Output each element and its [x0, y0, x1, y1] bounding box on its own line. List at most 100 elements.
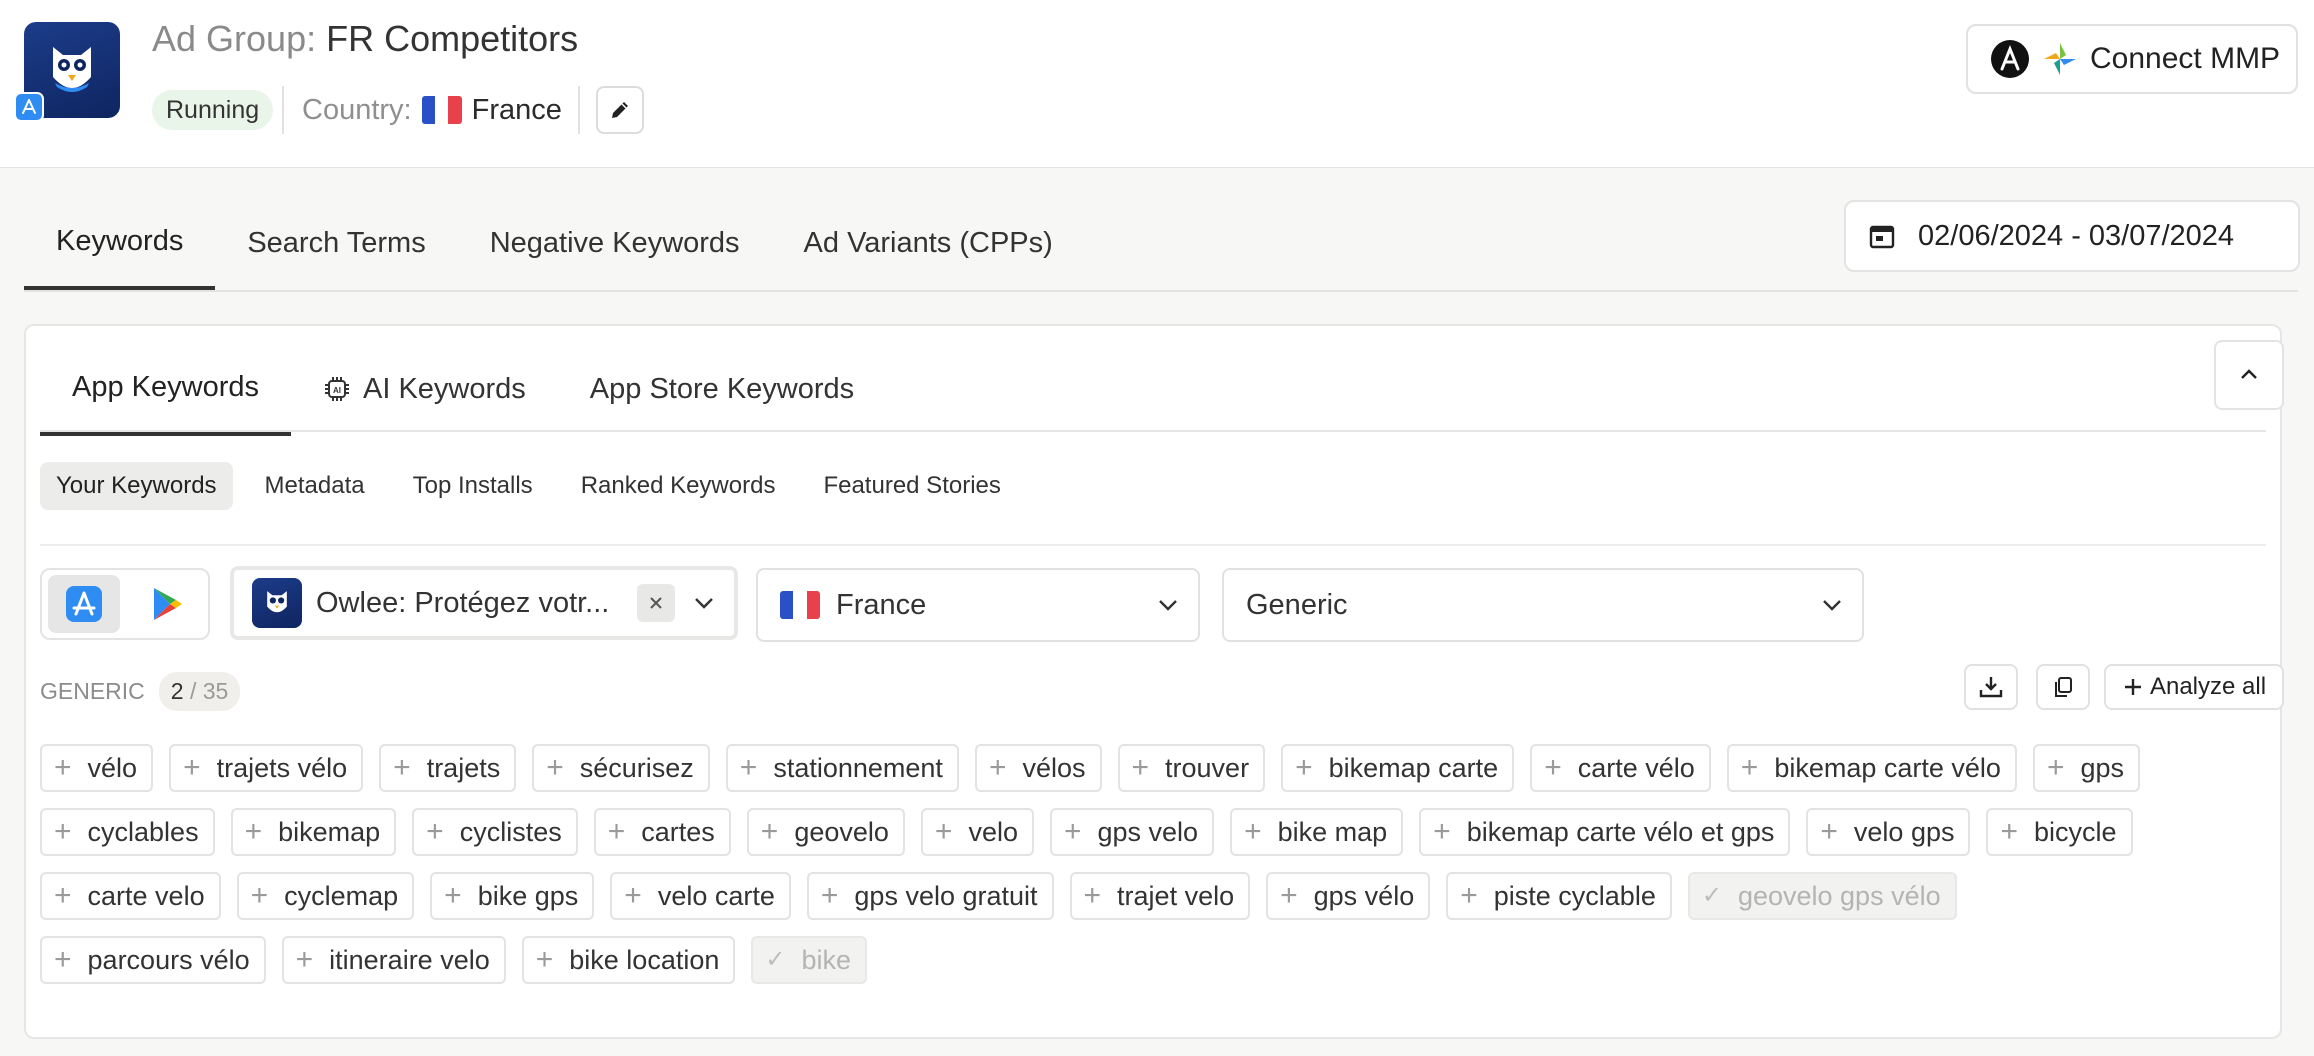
- keyword-chip[interactable]: + bike gps: [430, 872, 595, 920]
- edit-button[interactable]: [596, 86, 644, 134]
- plus-icon: +: [1280, 879, 1298, 912]
- keyword-chip[interactable]: + vélos: [974, 744, 1102, 792]
- subtab-metadata[interactable]: Metadata: [249, 462, 381, 510]
- adjust-logo-icon: [2044, 43, 2076, 75]
- tab-negative-keywords[interactable]: Negative Keywords: [458, 196, 772, 290]
- app-store-toggle[interactable]: [48, 575, 120, 633]
- date-range-picker[interactable]: 02/06/2024 - 03/07/2024: [1844, 200, 2300, 272]
- keyword-group-header: GENERIC 2 / 35: [40, 672, 241, 711]
- appsflyer-logo-icon: [1991, 40, 2029, 78]
- keyword-chip[interactable]: + vélo: [40, 744, 154, 792]
- subtab-featured-stories[interactable]: Featured Stories: [807, 462, 1016, 510]
- keyword-chip[interactable]: + gps velo gratuit: [806, 872, 1054, 920]
- keyword-text: bike map: [1277, 816, 1388, 847]
- collapse-button[interactable]: [2214, 340, 2284, 410]
- keyword-text: gps velo gratuit: [854, 880, 1038, 911]
- plus-icon: +: [393, 751, 411, 784]
- keyword-chip[interactable]: + stationnement: [725, 744, 959, 792]
- count-selected: 2: [170, 678, 184, 704]
- plus-icon: +: [1244, 815, 1262, 848]
- keyword-chip[interactable]: + bikemap: [230, 808, 397, 856]
- keyword-chip[interactable]: + parcours vélo: [40, 936, 266, 984]
- plus-icon: +: [54, 943, 72, 976]
- keyword-chip[interactable]: + bikemap carte vélo: [1726, 744, 2017, 792]
- keyword-row: + cyclables + bikemap + cyclistes + cartes + geov…: [40, 808, 2280, 856]
- app-select[interactable]: Owlee: Protégez votr...: [230, 566, 738, 640]
- keyword-chip[interactable]: + trajet velo: [1069, 872, 1251, 920]
- keyword-chip[interactable]: + trouver: [1117, 744, 1266, 792]
- google-play-icon: [154, 588, 182, 620]
- clear-app-button[interactable]: [637, 584, 676, 622]
- tab-search-terms[interactable]: Search Terms: [215, 196, 457, 290]
- plus-icon: +: [934, 815, 953, 848]
- keyword-chip[interactable]: + gps: [2032, 744, 2141, 792]
- country-info: Country: France: [302, 90, 562, 130]
- download-icon: [1979, 677, 2003, 698]
- keyword-text: bikemap carte vélo et gps: [1466, 816, 1775, 847]
- keyword-source-tabs: App Keywords AI AI Keywords App Store Ke…: [40, 342, 886, 436]
- keyword-chip[interactable]: + carte vélo: [1530, 744, 1711, 792]
- keyword-chip[interactable]: + piste cyclable: [1446, 872, 1672, 920]
- keyword-chip-added[interactable]: ✓ geovelo gps vélo: [1687, 872, 1957, 920]
- keyword-chips: + vélo + trajets vélo + trajets + sécurisez + sta…: [40, 744, 2280, 1000]
- keyword-chip[interactable]: + cyclemap: [236, 872, 415, 920]
- keyword-text: bikemap carte vélo: [1774, 752, 2001, 783]
- keyword-chip[interactable]: + sécurisez: [532, 744, 710, 792]
- keyword-text: vélos: [1022, 752, 1086, 783]
- keyword-chip[interactable]: + velo gps: [1806, 808, 1971, 856]
- keyword-chip[interactable]: + gps velo: [1049, 808, 1215, 856]
- keyword-chip[interactable]: + bikemap carte vélo et gps: [1419, 808, 1791, 856]
- keyword-chip-added[interactable]: ✓ bike: [751, 936, 868, 984]
- keyword-text: trouver: [1165, 752, 1250, 783]
- ad-group-header: Ad Group: FR Competitors Running Country…: [0, 0, 2314, 168]
- keyword-chip[interactable]: + geovelo: [746, 808, 905, 856]
- keyword-text: carte vélo: [1577, 752, 1695, 783]
- google-play-toggle[interactable]: [130, 575, 202, 633]
- plus-icon: +: [1544, 751, 1562, 784]
- keyword-chip[interactable]: + bike location: [521, 936, 736, 984]
- calendar-icon: [1869, 225, 1895, 249]
- close-icon: [650, 597, 663, 609]
- check-icon: ✓: [1701, 882, 1722, 909]
- keyword-chip[interactable]: + bicycle: [1986, 808, 2133, 856]
- tab-app-keywords[interactable]: App Keywords: [40, 342, 291, 436]
- keyword-chip[interactable]: + trajets vélo: [169, 744, 364, 792]
- keyword-text: piste cyclable: [1493, 880, 1656, 911]
- divider: [578, 86, 580, 134]
- keyword-chip[interactable]: + velo carte: [610, 872, 791, 920]
- keyword-chip[interactable]: + cyclistes: [412, 808, 578, 856]
- keyword-chip[interactable]: + carte velo: [40, 872, 221, 920]
- subtab-your-keywords[interactable]: Your Keywords: [40, 462, 233, 510]
- tab-keywords[interactable]: Keywords: [24, 196, 216, 290]
- keyword-chip[interactable]: + bike map: [1230, 808, 1404, 856]
- keyword-text: itineraire velo: [329, 944, 490, 975]
- connect-mmp-button[interactable]: Connect MMP: [1966, 24, 2298, 94]
- main-tabs: Keywords Search Terms Negative Keywords …: [24, 196, 1085, 290]
- category-select[interactable]: Generic: [1222, 568, 1864, 642]
- analyze-all-button[interactable]: Analyze all: [2104, 664, 2284, 710]
- subtab-top-installs[interactable]: Top Installs: [397, 462, 549, 510]
- copy-icon: [2055, 677, 2072, 697]
- tab-ai-keywords[interactable]: AI AI Keywords: [291, 342, 558, 436]
- tab-app-store-keywords[interactable]: App Store Keywords: [558, 342, 886, 436]
- keywords-panel: App Keywords AI AI Keywords App Store Ke…: [24, 324, 2284, 1039]
- tab-ad-variants[interactable]: Ad Variants (CPPs): [772, 196, 1085, 290]
- download-button[interactable]: [1964, 664, 2018, 710]
- country-select[interactable]: France: [756, 568, 1200, 642]
- keyword-text: cyclistes: [459, 816, 562, 847]
- plus-icon: +: [250, 879, 269, 912]
- keyword-chip[interactable]: + velo: [920, 808, 1034, 856]
- plus-icon: +: [1820, 815, 1838, 848]
- subtab-ranked-keywords[interactable]: Ranked Keywords: [565, 462, 792, 510]
- plus-icon: +: [988, 751, 1007, 784]
- keyword-chip[interactable]: + bikemap carte: [1281, 744, 1515, 792]
- copy-button[interactable]: [2036, 664, 2090, 710]
- keyword-chip[interactable]: + cartes: [593, 808, 731, 856]
- keyword-chip[interactable]: + cyclables: [40, 808, 215, 856]
- divider: [282, 86, 284, 134]
- keyword-chip[interactable]: + gps vélo: [1266, 872, 1431, 920]
- keyword-text: bike gps: [477, 880, 579, 911]
- keyword-chip[interactable]: + trajets: [379, 744, 517, 792]
- keyword-chip[interactable]: + itineraire velo: [281, 936, 506, 984]
- plus-icon: [2124, 679, 2141, 695]
